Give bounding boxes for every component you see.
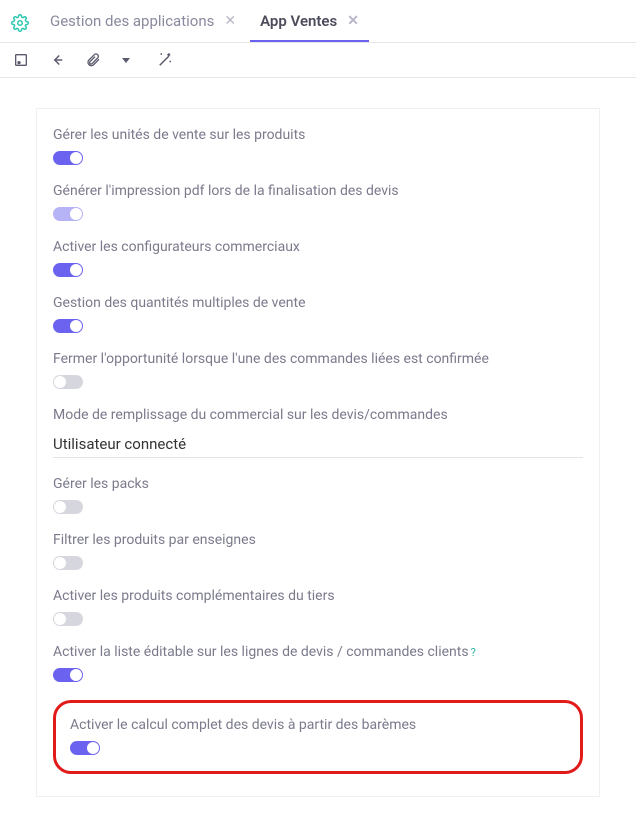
highlight-annotation: Activer le calcul complet des devis à pa… (53, 700, 583, 774)
toggle-filter-brands[interactable] (53, 556, 83, 570)
toggle-multi-qty[interactable] (53, 319, 83, 333)
setting-label: Mode de remplissage du commercial sur le… (53, 407, 583, 423)
toggle-complementary-products[interactable] (53, 612, 83, 626)
setting-label: Gérer les packs (53, 476, 583, 492)
setting-label: Activer les configurateurs commerciaux (53, 239, 583, 255)
setting-label: Activer les produits complémentaires du … (53, 588, 583, 604)
tab-app-management[interactable]: Gestion des applications ✕ (40, 4, 246, 42)
toggle-manage-units[interactable] (53, 151, 83, 165)
setting-label: Fermer l'opportunité lorsque l'une des c… (53, 351, 583, 367)
gear-icon (10, 13, 30, 33)
dropdown-caret-icon[interactable] (120, 51, 138, 69)
setting-label: Activer le calcul complet des devis à pa… (70, 717, 566, 733)
toggle-full-calc[interactable] (70, 741, 100, 755)
toggle-pdf-quote[interactable] (53, 207, 83, 221)
tabs-bar: Gestion des applications ✕ App Ventes ✕ (0, 0, 636, 43)
close-icon[interactable]: ✕ (347, 14, 359, 28)
setting-manage-units: Gérer les unités de vente sur les produi… (53, 127, 583, 165)
close-icon[interactable]: ✕ (224, 14, 236, 28)
back-arrow-icon[interactable] (48, 51, 66, 69)
save-icon[interactable] (12, 51, 30, 69)
magic-wand-icon[interactable] (156, 51, 174, 69)
setting-editable-list: Activer la liste éditable sur les lignes… (53, 644, 583, 682)
tab-label: App Ventes (260, 12, 337, 30)
help-icon[interactable]: ? (471, 646, 476, 659)
tab-app-sales[interactable]: App Ventes ✕ (250, 4, 369, 42)
setting-filter-brands: Filtrer les produits par enseignes (53, 532, 583, 570)
setting-complementary-products: Activer les produits complémentaires du … (53, 588, 583, 626)
tab-label: Gestion des applications (50, 12, 214, 30)
setting-label: Filtrer les produits par enseignes (53, 532, 583, 548)
setting-salesperson-mode: Mode de remplissage du commercial sur le… (53, 407, 583, 458)
toolbar (0, 43, 636, 78)
setting-packs: Gérer les packs (53, 476, 583, 514)
setting-close-opportunity: Fermer l'opportunité lorsque l'une des c… (53, 351, 583, 389)
setting-label: Gestion des quantités multiples de vente (53, 295, 583, 311)
toggle-close-opportunity[interactable] (53, 375, 83, 389)
attachment-icon[interactable] (84, 51, 102, 69)
setting-configurators: Activer les configurateurs commerciaux (53, 239, 583, 277)
setting-pdf-quote: Générer l'impression pdf lors de la fina… (53, 183, 583, 221)
salesperson-mode-select[interactable]: Utilisateur connecté (53, 431, 583, 458)
settings-panel: Gérer les unités de vente sur les produi… (36, 108, 600, 797)
toggle-configurators[interactable] (53, 263, 83, 277)
setting-label: Gérer les unités de vente sur les produi… (53, 127, 583, 143)
setting-label-text: Activer la liste éditable sur les lignes… (53, 644, 469, 660)
setting-label: Générer l'impression pdf lors de la fina… (53, 183, 583, 199)
toggle-editable-list[interactable] (53, 668, 83, 682)
setting-full-calc: Activer le calcul complet des devis à pa… (70, 717, 566, 755)
setting-multi-qty: Gestion des quantités multiples de vente (53, 295, 583, 333)
setting-label: Activer la liste éditable sur les lignes… (53, 644, 583, 660)
toggle-packs[interactable] (53, 500, 83, 514)
